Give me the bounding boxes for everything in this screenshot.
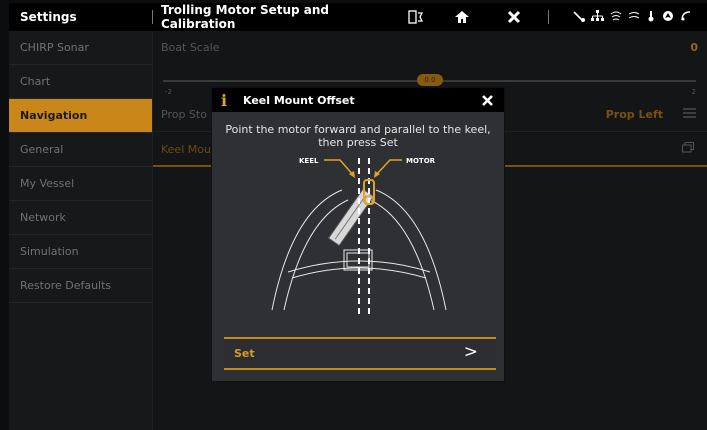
temperature-icon [646, 10, 656, 25]
close-icon[interactable] [488, 10, 540, 24]
set-button-label: Set [234, 347, 255, 360]
dialog-header: i Keel Mount Offset [212, 88, 504, 112]
motor-label: MOTOR [406, 157, 436, 165]
home-icon[interactable] [436, 10, 488, 24]
sidebar-item-label: My Vessel [20, 177, 75, 190]
sidebar-item-navigation[interactable]: Navigation [9, 99, 152, 133]
sidebar-item-label: Network [20, 211, 66, 224]
sonar-icon [610, 10, 622, 25]
export-icon[interactable] [396, 10, 436, 24]
info-icon: i [221, 90, 228, 110]
sidebar-item-chart[interactable]: Chart [9, 65, 152, 99]
sidebar-item-my-vessel[interactable]: My Vessel [9, 167, 152, 201]
sidebar-item-label: Chart [20, 75, 51, 88]
sidebar-item-label: Simulation [20, 245, 79, 258]
sidebar-item-chirp-sonar[interactable]: CHIRP Sonar [9, 31, 152, 65]
settings-title: Settings [20, 10, 77, 24]
keel-alignment-illustration: KEEL MOTOR [271, 157, 447, 315]
dialog-close-button[interactable] [481, 90, 494, 111]
gps-icon [662, 10, 674, 25]
top-bar: Settings Trolling Motor Setup and Calibr… [9, 3, 707, 31]
page-title: Trolling Motor Setup and Calibration [161, 3, 329, 31]
set-button[interactable]: Set > [224, 337, 496, 370]
sidebar-item-restore-defaults[interactable]: Restore Defaults [9, 269, 152, 303]
dialog-message-line2: then press Set [318, 136, 398, 149]
trolling-motor-icon [573, 10, 585, 25]
settings-sidebar: CHIRP Sonar Chart Navigation General My … [9, 31, 152, 430]
network-icon [591, 9, 604, 25]
keel-mount-offset-dialog: i Keel Mount Offset Point the motor forw… [211, 87, 505, 382]
sidebar-item-label: CHIRP Sonar [20, 41, 89, 54]
dialog-message: Point the motor forward and parallel to … [212, 123, 504, 149]
satellite-icon [680, 10, 692, 25]
title-divider [152, 10, 153, 24]
chevron-right-icon: > [463, 342, 478, 362]
sidebar-item-label: General [20, 143, 64, 156]
status-icons [573, 9, 692, 25]
dialog-message-line1: Point the motor forward and parallel to … [225, 123, 491, 136]
side-imaging-icon [628, 10, 640, 25]
dialog-title: Keel Mount Offset [243, 93, 355, 107]
status-divider [548, 10, 549, 24]
sidebar-item-general[interactable]: General [9, 133, 152, 167]
sidebar-item-label: Restore Defaults [20, 279, 112, 292]
sidebar-item-network[interactable]: Network [9, 201, 152, 235]
keel-label: KEEL [299, 157, 319, 165]
sidebar-item-simulation[interactable]: Simulation [9, 235, 152, 269]
sidebar-item-label: Navigation [20, 109, 88, 122]
